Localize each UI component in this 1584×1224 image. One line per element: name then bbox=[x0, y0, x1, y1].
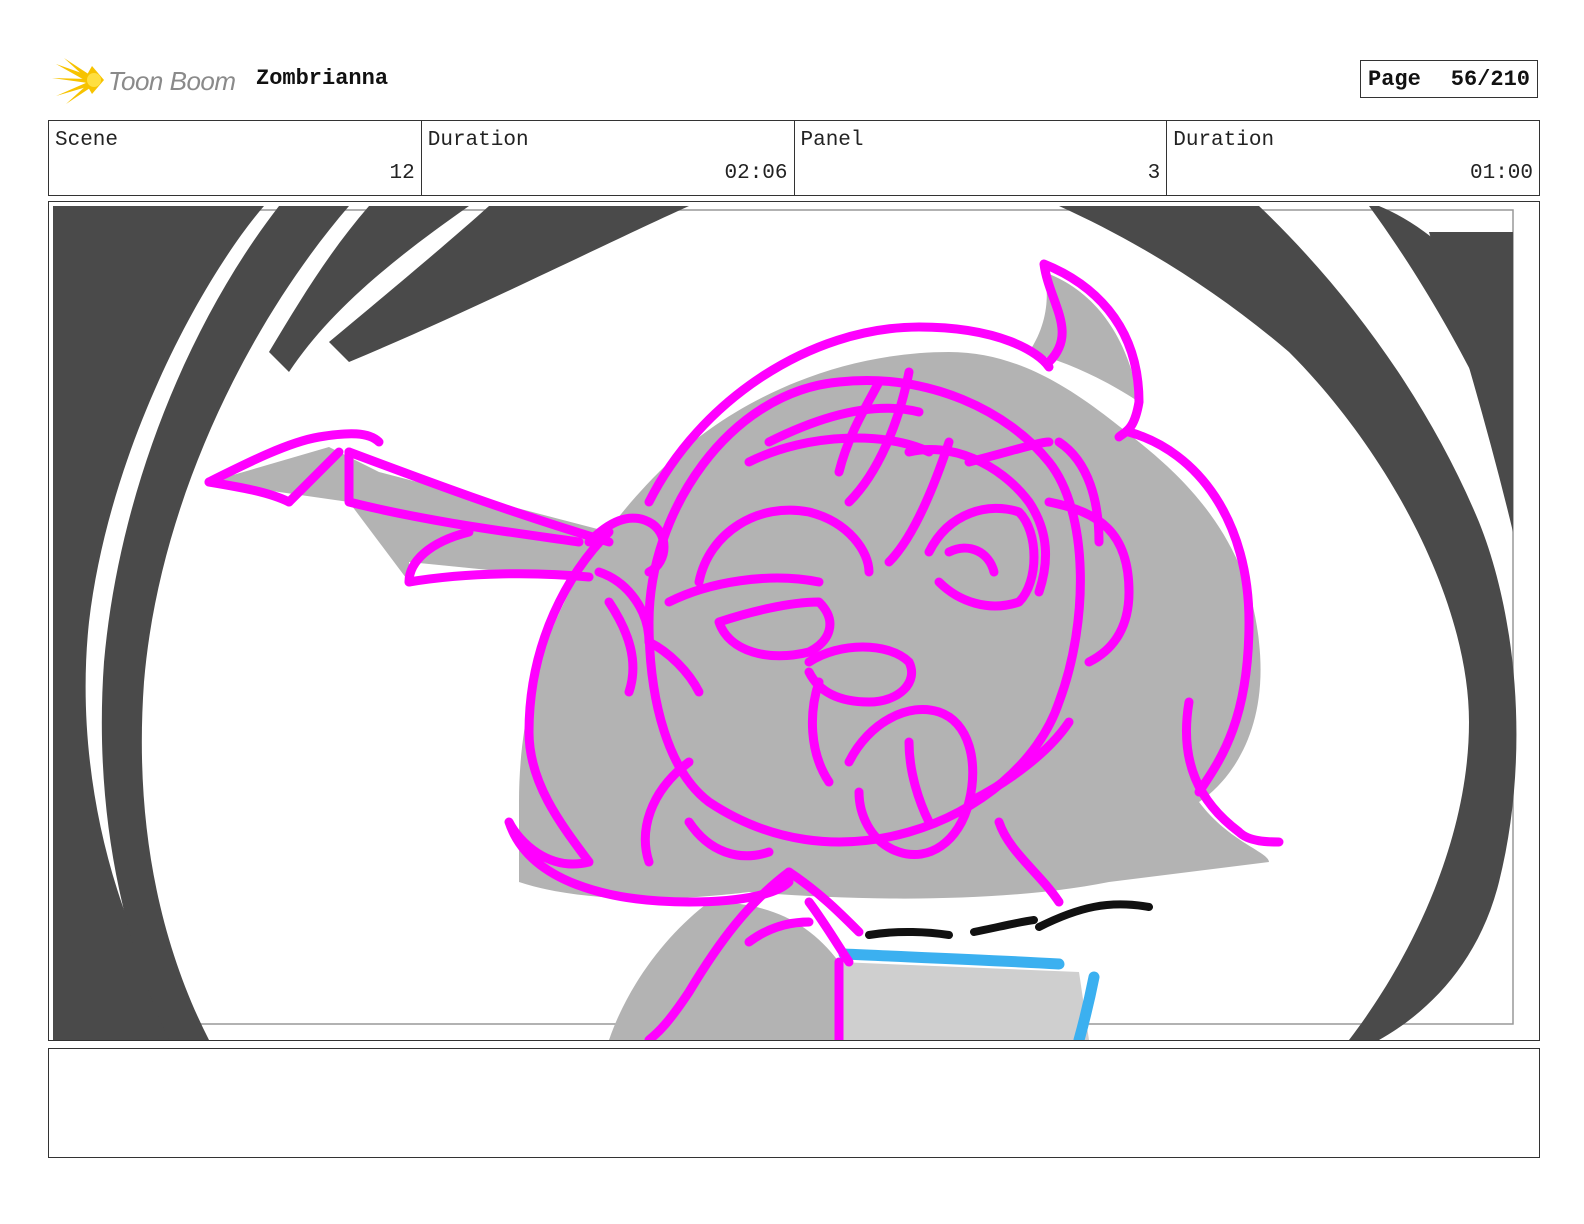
panel-duration-cell: Duration 01:00 bbox=[1167, 121, 1539, 195]
scene-duration-cell: Duration 02:06 bbox=[422, 121, 795, 195]
storyboard-header: Toon Boom Zombrianna Page 56/210 bbox=[48, 52, 1540, 108]
scene-cell: Scene 12 bbox=[49, 121, 422, 195]
toon-boom-logo: Toon Boom bbox=[52, 56, 242, 106]
project-title: Zombrianna bbox=[256, 66, 389, 91]
panel-duration-label: Duration bbox=[1173, 129, 1275, 152]
scene-duration-value: 02:06 bbox=[724, 162, 788, 185]
logo-text: Toon Boom bbox=[108, 66, 236, 96]
page-number: 56/210 bbox=[1450, 66, 1530, 92]
panel-cell: Panel 3 bbox=[795, 121, 1168, 195]
page-indicator: Page 56/210 bbox=[1360, 60, 1538, 98]
panel-value: 3 bbox=[1147, 162, 1161, 185]
panel-duration-value: 01:00 bbox=[1469, 162, 1533, 185]
storyboard-panel bbox=[48, 201, 1540, 1041]
scene-value: 12 bbox=[389, 162, 415, 185]
ink-marks bbox=[865, 900, 1153, 939]
scene-label: Scene bbox=[55, 129, 119, 152]
panel-notes-box[interactable] bbox=[48, 1048, 1540, 1158]
scene-info-table: Scene 12 Duration 02:06 Panel 3 Duration… bbox=[48, 120, 1540, 196]
panel-sketch bbox=[53, 206, 1517, 1040]
page-label: Page bbox=[1368, 66, 1421, 92]
scene-duration-label: Duration bbox=[427, 129, 529, 152]
starburst-icon bbox=[52, 58, 104, 104]
panel-label: Panel bbox=[800, 129, 864, 152]
